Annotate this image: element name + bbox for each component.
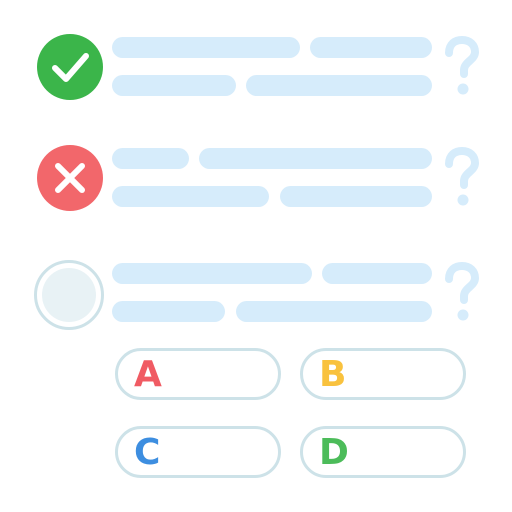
text-placeholder-line (322, 263, 432, 284)
check-icon (52, 53, 89, 82)
option-a-button[interactable]: A (115, 348, 281, 400)
correct-status-badge (37, 34, 103, 100)
incorrect-status-badge (37, 145, 103, 211)
empty-circle-icon (34, 260, 104, 330)
option-b-label: B (319, 354, 347, 395)
option-d-label: D (319, 432, 349, 473)
text-placeholder-line (112, 263, 312, 284)
text-placeholder-line (246, 75, 432, 96)
option-a-label: A (134, 354, 162, 395)
text-placeholder-line (112, 37, 300, 58)
question-mark-icon (445, 147, 479, 206)
text-placeholder-line (112, 186, 269, 207)
text-placeholder-line (112, 148, 189, 169)
text-placeholder-line (112, 75, 236, 96)
question-mark-icon (445, 36, 479, 95)
unanswered-status-badge (33, 259, 105, 331)
text-placeholder-line (310, 37, 432, 58)
text-placeholder-line (199, 148, 432, 169)
text-placeholder-line (236, 301, 432, 322)
option-b-button[interactable]: B (300, 348, 466, 400)
text-placeholder-line (112, 301, 225, 322)
text-placeholder-line (280, 186, 432, 207)
close-icon (55, 163, 85, 193)
question-mark-icon (445, 262, 479, 321)
option-d-button[interactable]: D (300, 426, 466, 478)
option-c-label: C (134, 432, 161, 473)
option-c-button[interactable]: C (115, 426, 281, 478)
